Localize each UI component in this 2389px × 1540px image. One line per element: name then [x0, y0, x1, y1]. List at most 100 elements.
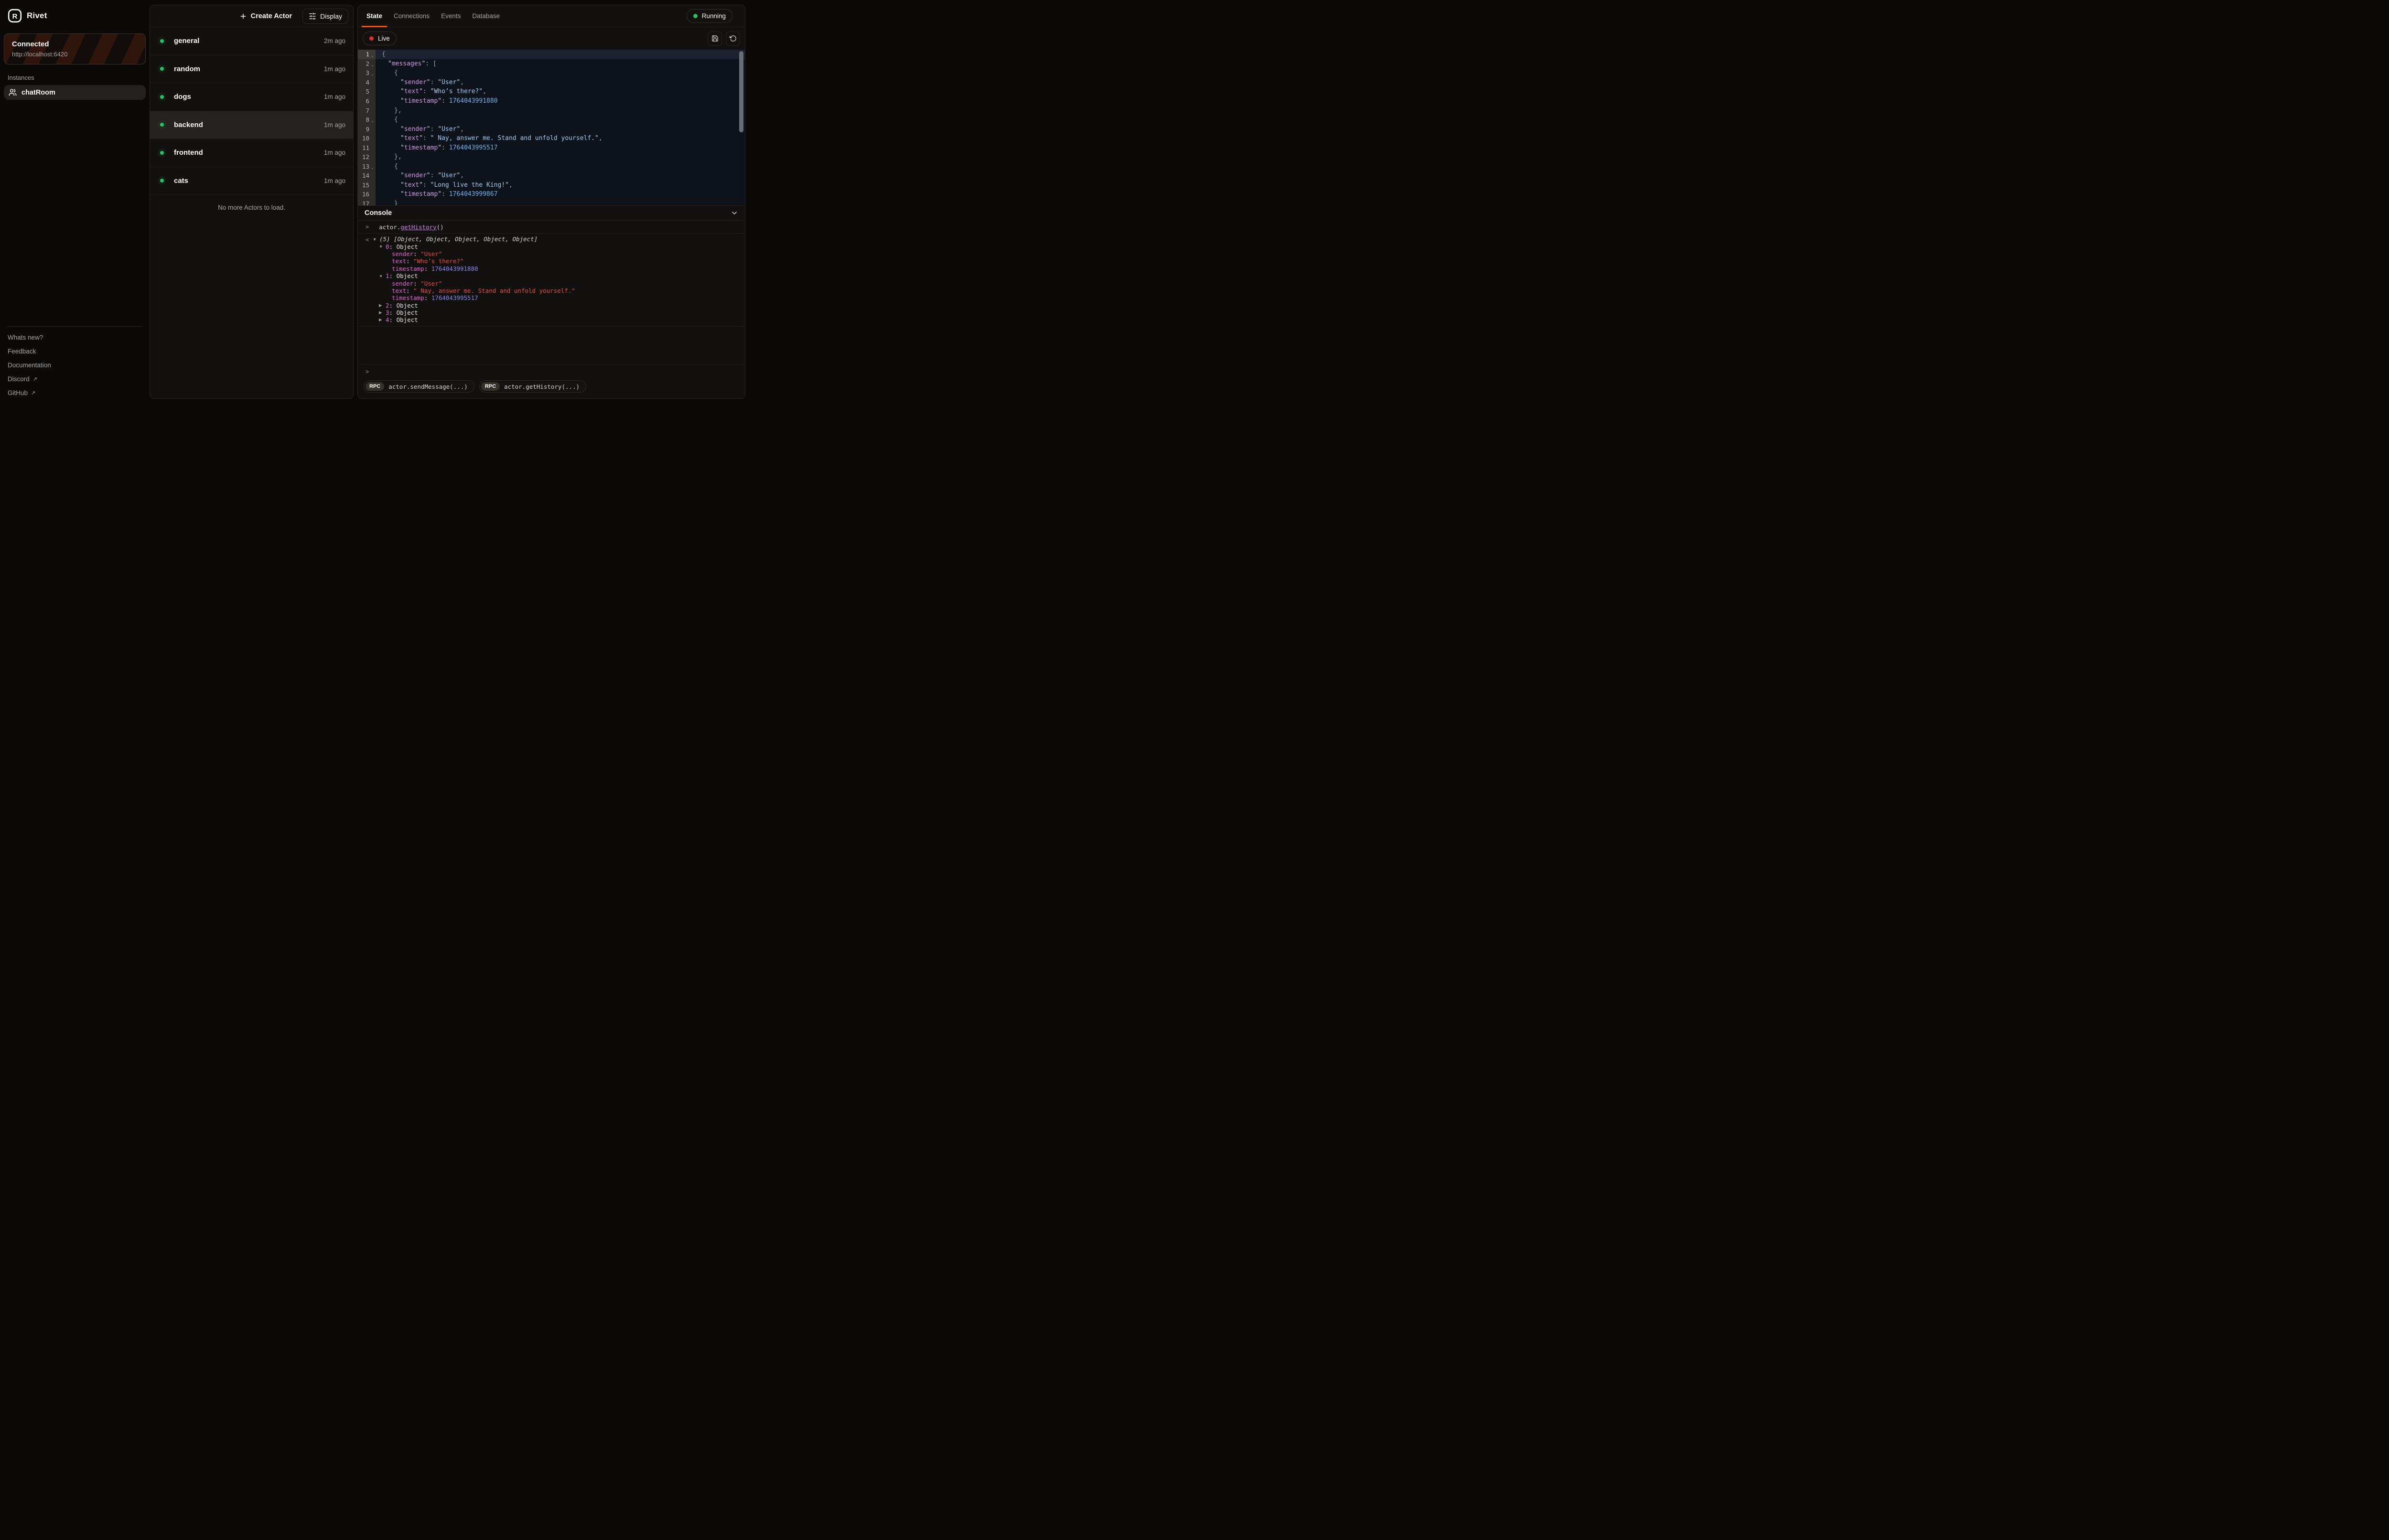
actor-row-random[interactable]: random1m ago: [150, 55, 353, 84]
console-header[interactable]: Console: [358, 205, 745, 221]
token-b: :: [430, 172, 438, 179]
tree-toggle-collapsed-icon[interactable]: ▶: [379, 303, 386, 308]
code-content[interactable]: }: [376, 199, 745, 205]
rpc-chip-actor-gethistory[interactable]: RPCactor.getHistory(...): [479, 380, 586, 393]
code-content[interactable]: "messages": [: [376, 59, 745, 69]
running-dot-icon: [693, 14, 698, 18]
console-tree-row[interactable]: ▼1: Object: [358, 272, 745, 279]
token-cb: :: [389, 272, 397, 279]
console-tree-row[interactable]: ▶3: Object: [358, 309, 745, 316]
sidebar-link-github[interactable]: GitHub↗: [4, 386, 146, 400]
token-k: text: [404, 135, 419, 142]
actor-row-frontend[interactable]: frontend1m ago: [150, 139, 353, 167]
toolbar-actions: [708, 32, 740, 46]
tab-state[interactable]: State: [362, 5, 387, 27]
code-content[interactable]: {: [376, 50, 745, 59]
token-q: ": [430, 135, 434, 142]
console-tree-row[interactable]: text: "Who’s there?": [358, 257, 745, 265]
rpc-chip-actor-sendmessage[interactable]: RPCactor.sendMessage(...): [364, 380, 474, 393]
line-number-gutter: 3⌄: [358, 68, 376, 78]
token-k: text: [404, 182, 419, 189]
fold-chevron-icon[interactable]: ⌄: [369, 165, 376, 171]
editor-scrollbar[interactable]: [739, 51, 743, 132]
code-content[interactable]: "text": " Nay, answer me. Stand and unfo…: [376, 134, 745, 143]
code-content[interactable]: "timestamp": 1764043999867: [376, 190, 745, 199]
code-content[interactable]: "sender": "User",: [376, 78, 745, 87]
actor-updated-time: 1m ago: [324, 65, 345, 73]
token-s: Nay, answer me. Stand and unfold yoursel…: [434, 135, 595, 142]
sidebar-link-discord[interactable]: Discord↗: [4, 372, 146, 386]
code-line-12: 12},: [358, 152, 745, 162]
token-cb: :: [424, 294, 431, 301]
token-q: ": [438, 79, 441, 86]
console-tree-row[interactable]: timestamp: 1764043991880: [358, 265, 745, 272]
inspector-tabs: StateConnectionsEventsDatabase Running: [358, 5, 745, 27]
tree-toggle-expanded-icon[interactable]: ▼: [373, 237, 379, 242]
console-tree-row[interactable]: ▶4: Object: [358, 316, 745, 323]
token-obj: Object: [397, 243, 418, 250]
console-tree-row[interactable]: ▼(5) [Object, Object, Object, Object, Ob…: [358, 235, 745, 243]
code-content[interactable]: {: [376, 162, 745, 171]
token-b: ,: [509, 182, 513, 189]
token-cb: :: [389, 309, 397, 316]
console-tree-row[interactable]: ▶2: Object: [358, 302, 745, 309]
tab-database[interactable]: Database: [467, 5, 505, 27]
token-b: ,: [460, 126, 464, 133]
code-content[interactable]: },: [376, 106, 745, 115]
token-q: ": [419, 182, 423, 189]
inspector-panel: StateConnectionsEventsDatabase Running L…: [357, 5, 745, 399]
live-label: Live: [378, 35, 390, 42]
console-input-row[interactable]: >: [358, 364, 745, 378]
token-q: ": [400, 135, 404, 142]
create-actor-button[interactable]: Create Actor: [237, 12, 295, 21]
actors-header: Create Actor Display: [150, 5, 353, 27]
line-number: 10: [359, 135, 369, 142]
connection-status-card[interactable]: Connected http://localhost:6420: [4, 33, 146, 64]
chevron-down-icon[interactable]: [731, 209, 738, 217]
sidebar-link-documentation[interactable]: Documentation: [4, 358, 146, 372]
tree-toggle-collapsed-icon[interactable]: ▶: [379, 310, 386, 315]
console-tree-row[interactable]: text: " Nay, answer me. Stand and unfold…: [358, 287, 745, 294]
revert-button[interactable]: [726, 32, 740, 46]
actor-row-general[interactable]: general2m ago: [150, 27, 353, 55]
fold-chevron-icon[interactable]: ⌄: [369, 63, 376, 68]
display-button[interactable]: Display: [302, 9, 348, 24]
code-content[interactable]: "timestamp": 1764043995517: [376, 143, 745, 152]
code-content[interactable]: },: [376, 152, 745, 162]
token-idx: 0: [386, 243, 389, 250]
token-b: :: [423, 88, 430, 95]
actor-row-cats[interactable]: cats1m ago: [150, 167, 353, 195]
state-code-editor[interactable]: 1⌄{2⌄"messages": [3⌄{4"sender": "User",5…: [358, 50, 745, 205]
line-number: 12: [359, 153, 369, 160]
tree-toggle-collapsed-icon[interactable]: ▶: [379, 317, 386, 322]
code-content[interactable]: "text": "Long live the King!",: [376, 181, 745, 190]
token-q: ": [419, 135, 423, 142]
code-content[interactable]: {: [376, 115, 745, 125]
actor-row-dogs[interactable]: dogs1m ago: [150, 83, 353, 111]
console-tree-row[interactable]: sender: "User": [358, 250, 745, 257]
code-content[interactable]: "text": "Who’s there?",: [376, 87, 745, 96]
tree-toggle-expanded-icon[interactable]: ▼: [379, 244, 386, 249]
console-tree-row[interactable]: ▼0: Object: [358, 243, 745, 250]
live-badge[interactable]: Live: [363, 32, 397, 45]
code-content[interactable]: "sender": "User",: [376, 124, 745, 134]
fold-chevron-icon[interactable]: ⌄: [369, 53, 376, 58]
code-content[interactable]: {: [376, 68, 745, 78]
sidebar-item-chatroom[interactable]: chatRoom: [4, 85, 146, 100]
sidebar-link-feedback[interactable]: Feedback: [4, 344, 146, 358]
console-tree-row[interactable]: sender: "User": [358, 279, 745, 287]
actor-row-backend[interactable]: backend1m ago: [150, 111, 353, 139]
save-button[interactable]: [708, 32, 722, 46]
token-ckey: text: [392, 287, 406, 294]
console-tree-row[interactable]: timestamp: 1764043995517: [358, 294, 745, 301]
status-dot-green-icon: [160, 39, 164, 43]
fold-chevron-icon[interactable]: ⌄: [369, 72, 376, 77]
console-result: < ▼(5) [Object, Object, Object, Object, …: [358, 234, 745, 327]
tab-events[interactable]: Events: [436, 5, 465, 27]
code-content[interactable]: "timestamp": 1764043991880: [376, 96, 745, 106]
code-content[interactable]: "sender": "User",: [376, 171, 745, 181]
tab-connections[interactable]: Connections: [389, 5, 434, 27]
tree-toggle-expanded-icon[interactable]: ▼: [379, 274, 386, 278]
sidebar-link-whats-new[interactable]: Whats new?: [4, 331, 146, 344]
fold-chevron-icon[interactable]: ⌄: [369, 118, 376, 124]
